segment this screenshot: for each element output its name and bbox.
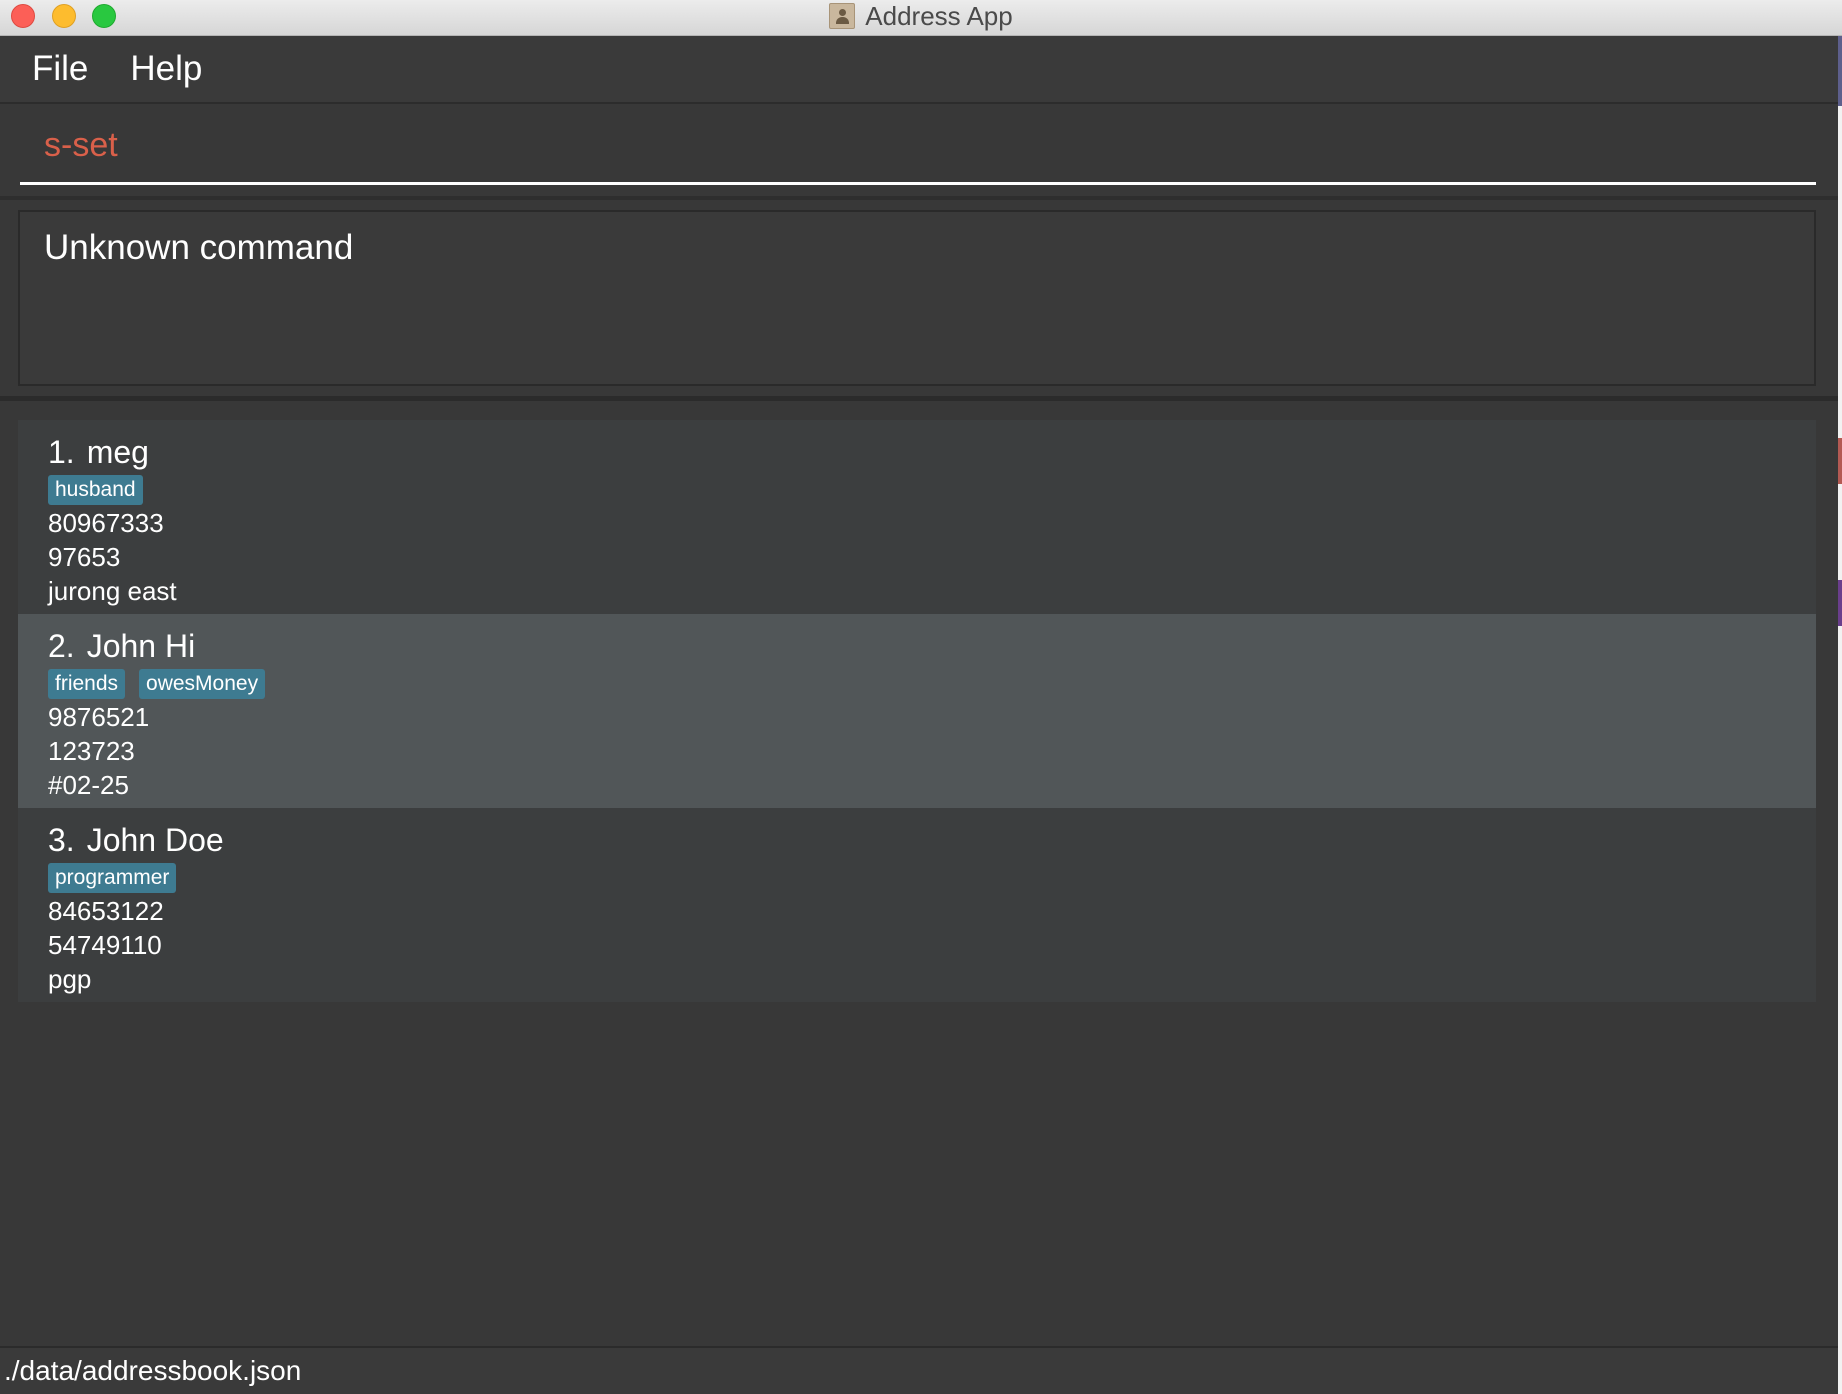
title-wrap: Address App	[0, 0, 1842, 32]
menu-file[interactable]: File	[32, 49, 88, 89]
window-edge-mark	[1838, 580, 1842, 626]
person-name: John Doe	[86, 821, 224, 858]
person-name: meg	[86, 433, 149, 470]
person-header: 1. meg	[48, 432, 1816, 472]
title-bar: Address App	[0, 0, 1842, 36]
person-phone: 9876521	[48, 702, 150, 732]
tag: husband	[48, 475, 143, 505]
tag-list: programmer	[48, 863, 1816, 894]
divider	[0, 396, 1838, 401]
divider	[0, 196, 1838, 200]
command-input[interactable]: s-set	[20, 108, 1816, 185]
person-card[interactable]: 3. John Doe programmer 84653122 54749110…	[18, 808, 1816, 1002]
person-card-selected[interactable]: 2. John Hi friends owesMoney 9876521 123…	[18, 614, 1816, 808]
person-phone: 84653122	[48, 896, 164, 926]
person-header: 3. John Doe	[48, 820, 1816, 860]
tag: owesMoney	[139, 669, 266, 699]
tag: programmer	[48, 863, 177, 893]
app-window: Address App File Help s-set Unknown comm…	[0, 0, 1842, 1394]
person-phone: 80967333	[48, 508, 164, 538]
window-edge	[1838, 36, 1842, 1394]
save-location: ./data/addressbook.json	[4, 1355, 302, 1386]
person-address: jurong east	[48, 576, 177, 606]
person-secondary-field: 54749110	[48, 930, 162, 960]
menu-bar: File Help	[0, 36, 1838, 104]
person-list: 1. meg husband 80967333 97653 jurong eas…	[18, 420, 1816, 1002]
window-edge-mark	[1838, 438, 1842, 484]
person-index: 1.	[48, 433, 75, 470]
person-index: 2.	[48, 627, 75, 664]
person-card[interactable]: 1. meg husband 80967333 97653 jurong eas…	[18, 420, 1816, 614]
result-display: Unknown command	[18, 210, 1816, 386]
person-header: 2. John Hi	[48, 626, 1816, 666]
person-secondary-field: 123723	[48, 736, 135, 766]
status-bar: ./data/addressbook.json	[0, 1346, 1838, 1394]
menu-help[interactable]: Help	[130, 49, 202, 89]
address-book-icon	[829, 3, 856, 29]
result-message: Unknown command	[44, 228, 354, 267]
window-edge-mark	[1838, 36, 1842, 106]
person-secondary-field: 97653	[48, 542, 121, 572]
person-address: pgp	[48, 964, 92, 994]
command-input-text: s-set	[44, 125, 118, 164]
person-index: 3.	[48, 821, 75, 858]
tag-list: husband	[48, 475, 1816, 506]
tag: friends	[48, 669, 126, 699]
person-address: #02-25	[48, 770, 129, 800]
window-title: Address App	[865, 0, 1013, 31]
person-name: John Hi	[86, 627, 196, 664]
tag-list: friends owesMoney	[48, 669, 1816, 700]
